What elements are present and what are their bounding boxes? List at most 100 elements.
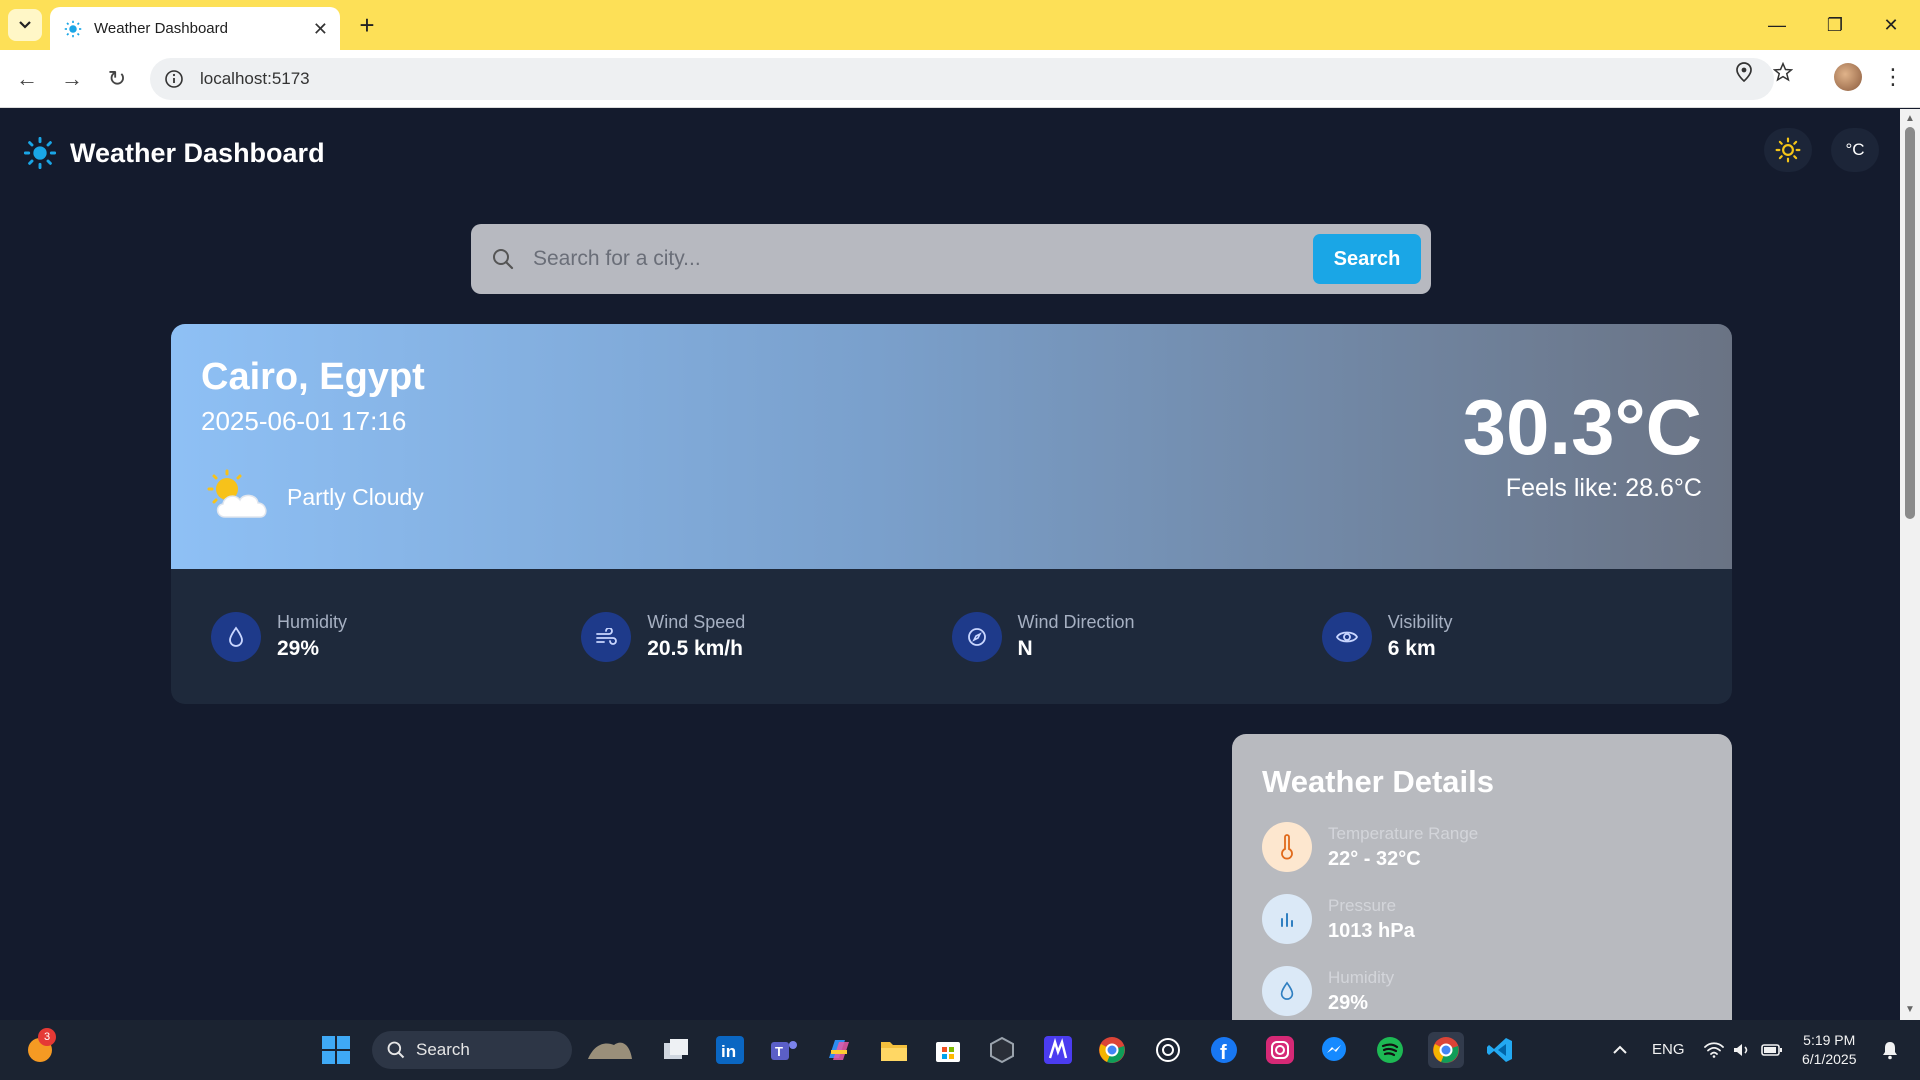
- chevron-down-icon: [19, 21, 31, 29]
- scroll-down-icon[interactable]: ▼: [1904, 1004, 1916, 1016]
- detail-value: 22° - 32°C: [1328, 847, 1421, 870]
- detail-value: 1013 hPa: [1328, 919, 1415, 942]
- detail-pressure: Pressure 1013 hPa: [1262, 894, 1702, 944]
- windows-taskbar: 3 Search in T f ENG 5:19 PM 6/1/2025: [0, 1020, 1920, 1080]
- stat-label: Humidity: [277, 612, 348, 632]
- city-search-input[interactable]: [533, 224, 1313, 294]
- language-indicator[interactable]: ENG: [1652, 1041, 1685, 1058]
- taskbar-clock[interactable]: 5:19 PM 6/1/2025: [1802, 1031, 1857, 1069]
- local-datetime: 2025-06-01 17:16: [201, 406, 407, 436]
- weather-details-card: Weather Details Temperature Range 22° - …: [1232, 734, 1732, 1020]
- instagram-icon[interactable]: [1262, 1032, 1298, 1068]
- copilot-icon[interactable]: [820, 1032, 856, 1068]
- notification-bell-icon[interactable]: [1872, 1032, 1908, 1068]
- partly-cloudy-icon: [207, 469, 267, 518]
- page-scrollbar[interactable]: ▲ ▼: [1900, 109, 1920, 1020]
- detail-temperature-range: Temperature Range 22° - 32°C: [1262, 822, 1702, 872]
- close-window-button[interactable]: ✕: [1862, 0, 1920, 50]
- condition-text: Partly Cloudy: [287, 483, 424, 510]
- restore-button[interactable]: ❐: [1806, 0, 1864, 50]
- forward-button[interactable]: →: [57, 64, 87, 94]
- app-m-icon[interactable]: [1040, 1032, 1076, 1068]
- app-header: Weather Dashboard: [24, 133, 325, 173]
- stat-humidity: Humidity 29%: [211, 569, 581, 704]
- chrome-active-icon[interactable]: [1428, 1032, 1464, 1068]
- browser-tab-strip: Weather Dashboard ✕ + — ❐ ✕: [0, 0, 1920, 50]
- messenger-icon[interactable]: [1316, 1032, 1352, 1068]
- teams-icon[interactable]: T: [766, 1032, 802, 1068]
- facebook-icon[interactable]: f: [1206, 1032, 1242, 1068]
- detail-label: Temperature Range: [1328, 823, 1479, 843]
- chrome-icon[interactable]: [1094, 1032, 1130, 1068]
- unit-toggle-button[interactable]: °C: [1831, 128, 1879, 172]
- stat-value: 29%: [277, 637, 320, 660]
- stat-value: 6 km: [1387, 637, 1436, 660]
- city-search-bar: Search: [471, 224, 1431, 294]
- droplet-icon: [1262, 966, 1312, 1016]
- stat-wind-direction: Wind Direction N: [951, 569, 1322, 704]
- tab-title: Weather Dashboard: [94, 20, 228, 37]
- spotify-icon[interactable]: [1372, 1032, 1408, 1068]
- app-hexagon-icon[interactable]: [984, 1032, 1020, 1068]
- details-title: Weather Details: [1262, 764, 1495, 799]
- vscode-icon[interactable]: [1482, 1032, 1518, 1068]
- sun-icon: [1775, 137, 1801, 163]
- browser-tab[interactable]: Weather Dashboard ✕: [50, 7, 340, 50]
- svg-text:f: f: [1220, 1042, 1227, 1064]
- stat-value: N: [1017, 637, 1033, 660]
- app-title: Weather Dashboard: [70, 137, 325, 168]
- thermometer-icon: [1262, 822, 1312, 872]
- url-text: localhost:5173: [200, 69, 310, 88]
- svg-text:T: T: [775, 1044, 783, 1059]
- chevron-up-icon[interactable]: [1602, 1032, 1638, 1068]
- profile-avatar[interactable]: [1834, 63, 1862, 91]
- browser-menu-icon[interactable]: ⋮: [1880, 64, 1906, 92]
- stat-label: Visibility: [1387, 612, 1453, 632]
- bookmark-star-icon[interactable]: [1772, 61, 1794, 83]
- scrollbar-thumb[interactable]: [1905, 127, 1915, 519]
- weather-stats: Humidity 29% Wind Speed 20.5 km/h Wind D…: [171, 569, 1732, 704]
- current-weather-card: Cairo, Egypt 2025-06-01 17:16 Partly Clo…: [171, 324, 1732, 704]
- stat-label: Wind Speed: [647, 612, 746, 632]
- reload-button[interactable]: ↻: [102, 64, 132, 94]
- ms-store-icon[interactable]: [930, 1032, 966, 1068]
- linkedin-icon[interactable]: in: [712, 1032, 748, 1068]
- start-windows-icon[interactable]: [318, 1032, 354, 1068]
- back-button[interactable]: ←: [12, 64, 42, 94]
- detail-label: Humidity: [1328, 967, 1395, 987]
- task-view-icon[interactable]: [658, 1032, 694, 1068]
- condition: Partly Cloudy: [205, 469, 424, 525]
- location-name: Cairo, Egypt: [201, 356, 425, 398]
- detail-label: Pressure: [1328, 895, 1397, 915]
- sun-favicon-icon: [64, 20, 82, 37]
- stat-visibility: Visibility 6 km: [1321, 569, 1692, 704]
- search-button[interactable]: Search: [1313, 234, 1421, 284]
- svg-text:in: in: [721, 1042, 736, 1061]
- scroll-up-icon[interactable]: ▲: [1904, 113, 1916, 125]
- clock-date: 6/1/2025: [1802, 1051, 1857, 1067]
- search-highlight-icon[interactable]: [582, 1032, 638, 1068]
- feels-like: Feels like: 28.6°C: [1505, 474, 1702, 502]
- sun-logo-icon: [24, 137, 56, 169]
- file-explorer-icon[interactable]: [876, 1032, 912, 1068]
- tab-search-button[interactable]: [8, 9, 42, 41]
- location-pin-icon[interactable]: [1733, 61, 1755, 83]
- wind-icon: [581, 611, 632, 662]
- weather-hero: Cairo, Egypt 2025-06-01 17:16 Partly Clo…: [171, 324, 1732, 569]
- minimize-button[interactable]: —: [1748, 0, 1806, 50]
- stat-label: Wind Direction: [1017, 612, 1135, 632]
- app-page: Weather Dashboard °C Search Cairo, Egypt…: [0, 109, 1900, 1020]
- address-bar[interactable]: localhost:5173: [150, 58, 1774, 100]
- notification-badge: 3: [38, 1028, 56, 1046]
- taskbar-search-label: Search: [416, 1040, 470, 1059]
- taskbar-search[interactable]: Search: [372, 1031, 572, 1069]
- new-tab-button[interactable]: +: [352, 10, 382, 40]
- bar-chart-icon: [1262, 894, 1312, 944]
- compass-icon: [951, 611, 1002, 662]
- close-tab-icon[interactable]: ✕: [313, 20, 328, 38]
- chatgpt-icon[interactable]: [1150, 1032, 1186, 1068]
- search-icon: [387, 1041, 405, 1059]
- site-info-icon[interactable]: [164, 69, 184, 89]
- theme-toggle-button[interactable]: [1764, 128, 1812, 172]
- battery-icon[interactable]: [1754, 1032, 1790, 1068]
